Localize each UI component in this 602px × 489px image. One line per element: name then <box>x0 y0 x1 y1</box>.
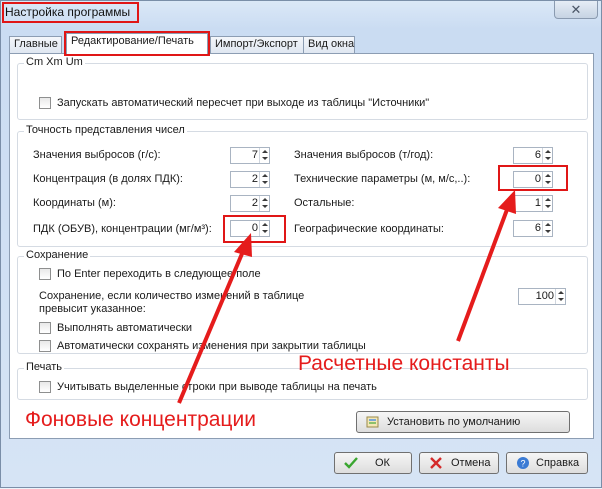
arrow-background-line <box>177 248 246 404</box>
arrow-background-head-icon <box>234 233 252 257</box>
arrow-constants-head-icon <box>498 190 516 214</box>
annotation-calc-constants: Расчетные константы <box>298 352 510 375</box>
arrow-constants-line <box>456 206 510 342</box>
tab-edit-print[interactable]: Редактирование/Печать <box>64 31 210 56</box>
settings-window: Настройка программы ✕ Главные Редактиров… <box>0 0 602 488</box>
annotation-background-conc: Фоновые концентрации <box>25 408 256 431</box>
tab-label: Редактирование/Печать <box>71 35 194 47</box>
